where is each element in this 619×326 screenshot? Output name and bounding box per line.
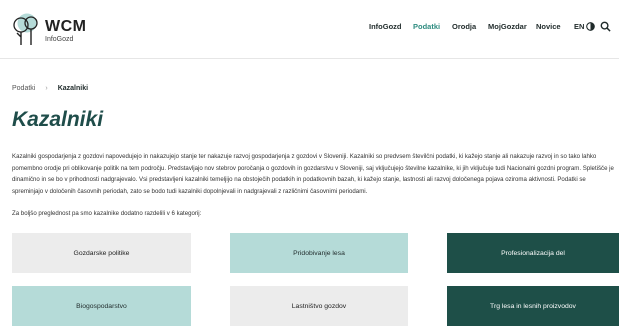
category-tile-pridobivanje-lesa[interactable]: Pridobivanje lesa bbox=[230, 233, 408, 273]
search-icon[interactable] bbox=[600, 21, 611, 32]
wcm-logo[interactable]: WCM InfoGozd bbox=[12, 12, 102, 48]
language-switch[interactable]: EN bbox=[574, 22, 584, 31]
breadcrumb: Podatki › Kazalniki bbox=[12, 85, 88, 92]
category-tile-trg-lesa[interactable]: Trg lesa in lesnih proizvodov bbox=[447, 286, 619, 326]
site-header: WCM InfoGozd InfoGozd Podatki Orodja Moj… bbox=[0, 0, 619, 59]
nav-item-novice[interactable]: Novice bbox=[536, 22, 561, 31]
logo-subtitle: InfoGozd bbox=[45, 36, 74, 43]
category-tile-label: Biogospodarstvo bbox=[76, 302, 127, 310]
breadcrumb-current: Kazalniki bbox=[57, 85, 89, 92]
contrast-icon[interactable] bbox=[586, 22, 595, 31]
breadcrumb-link-podatki[interactable]: Podatki bbox=[12, 85, 35, 92]
page-title: Kazalniki bbox=[12, 108, 104, 131]
categories-lead-text: Za boljšo preglednost pa smo kazalnike d… bbox=[12, 210, 202, 217]
tree-logo-icon bbox=[13, 13, 38, 45]
category-tile-label: Gozdarske politike bbox=[73, 249, 130, 257]
category-tile-label: Lastništvo gozdov bbox=[291, 302, 347, 310]
nav-item-orodja[interactable]: Orodja bbox=[452, 22, 476, 31]
category-tile-label: Profesionalizacija del bbox=[501, 249, 565, 257]
nav-item-mojgozdar[interactable]: MojGozdar bbox=[488, 22, 527, 31]
category-tile-lastnistvo-gozdov[interactable]: Lastništvo gozdov bbox=[230, 286, 408, 326]
nav-item-podatki[interactable]: Podatki bbox=[413, 22, 440, 31]
nav-item-infogozd[interactable]: InfoGozd bbox=[369, 22, 402, 31]
category-tile-gozdarske-politike[interactable]: Gozdarske politike bbox=[12, 233, 191, 273]
breadcrumb-separator-icon: › bbox=[45, 85, 48, 92]
category-tile-label: Pridobivanje lesa bbox=[293, 249, 345, 257]
category-tile-label: Trg lesa in lesnih proizvodov bbox=[490, 302, 576, 310]
logo-wordmark: WCM bbox=[45, 18, 87, 35]
category-tile-biogospodarstvo[interactable]: Biogospodarstvo bbox=[12, 286, 191, 326]
category-tile-profesionalizacija-del[interactable]: Profesionalizacija del bbox=[447, 233, 619, 273]
intro-paragraph: Kazalniki gospodarjenja z gozdovi napove… bbox=[12, 153, 614, 195]
